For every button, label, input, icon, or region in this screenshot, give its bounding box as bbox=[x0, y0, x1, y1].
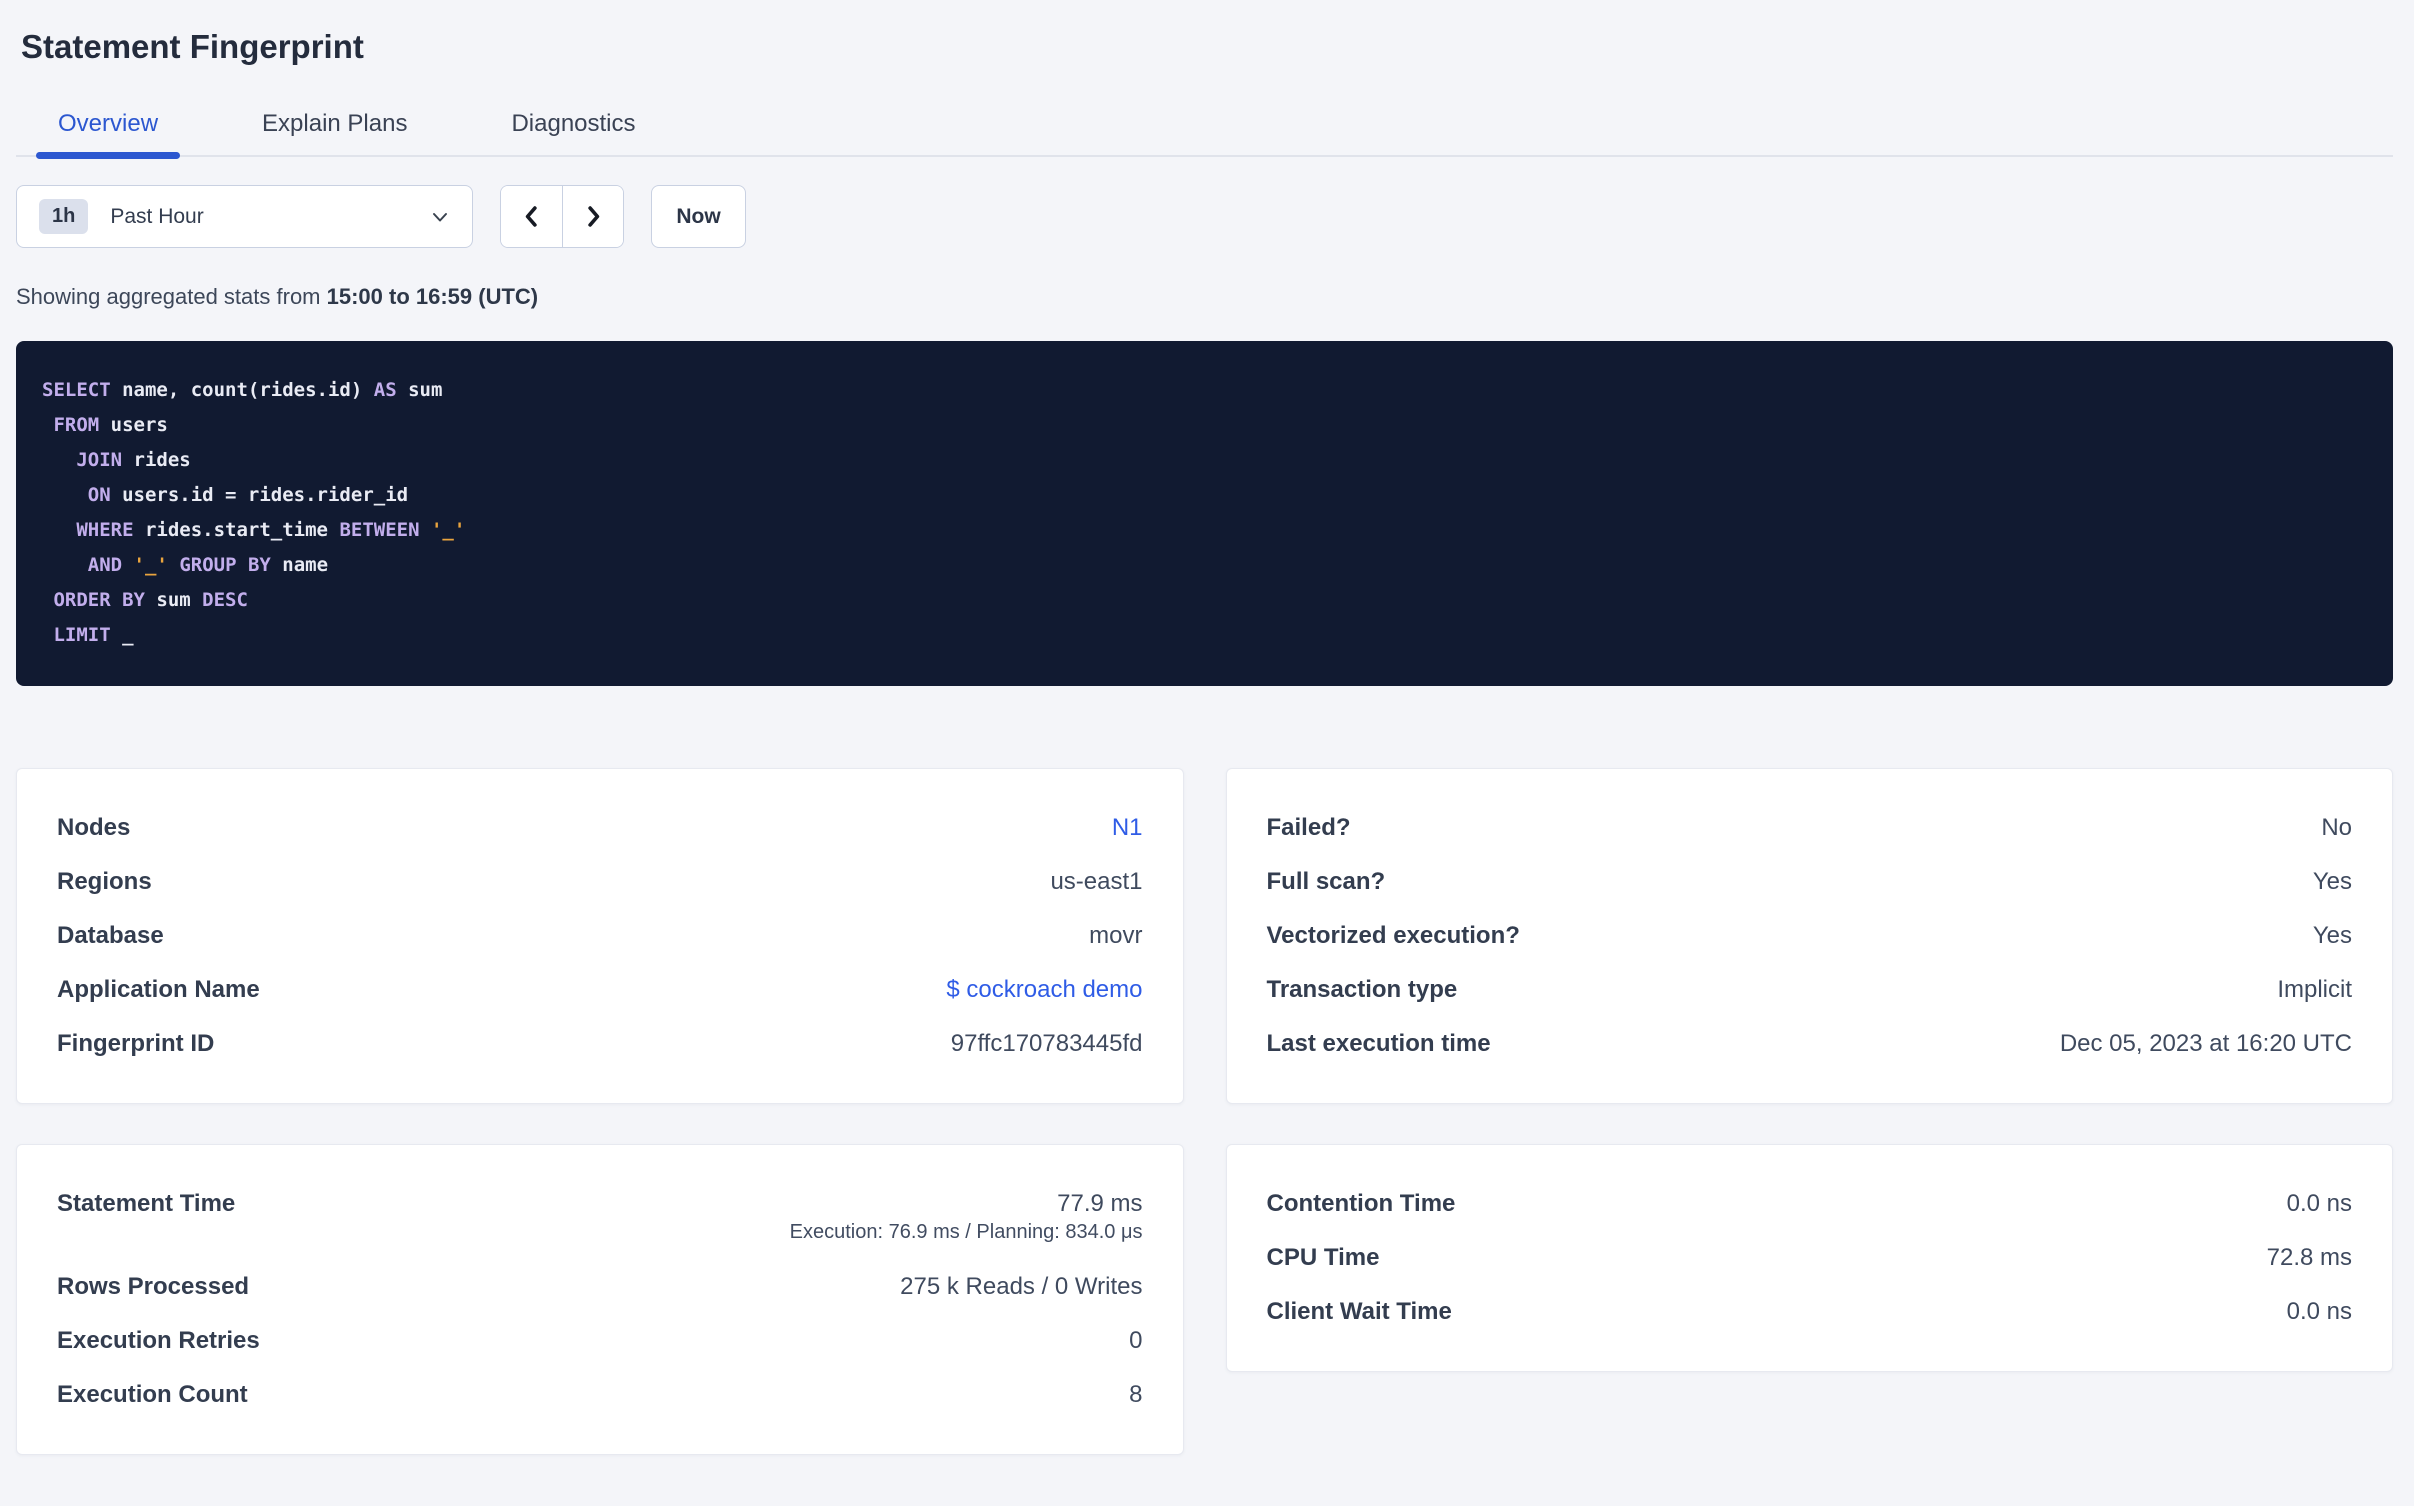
summary-label: Client Wait Time bbox=[1266, 1298, 1452, 1325]
caption-prefix: Showing aggregated stats from bbox=[16, 284, 327, 309]
summary-value: 77.9 ms bbox=[1057, 1190, 1143, 1217]
tab-explain-plans[interactable]: Explain Plans bbox=[240, 110, 429, 155]
summary-label: Vectorized execution? bbox=[1266, 922, 1520, 949]
summary-label: Transaction type bbox=[1266, 976, 1458, 1003]
time-range-label: Past Hour bbox=[110, 204, 204, 228]
summary-value: us-east1 bbox=[1050, 868, 1143, 895]
summary-row: Vectorized execution? Yes bbox=[1267, 909, 2353, 963]
summary-value-wrap: 275 k Reads / 0 Writes bbox=[900, 1273, 1142, 1301]
summary-cards: Nodes N1 Regions us-east1 Database movr Applic… bbox=[16, 768, 2393, 1455]
summary-value: 0.0 ns bbox=[2286, 1190, 2352, 1217]
summary-value: 97ffc170783445fd bbox=[950, 1030, 1143, 1057]
summary-row: Nodes N1 bbox=[57, 801, 1143, 855]
summary-row: Rows Processed 275 k Reads / 0 Writes bbox=[57, 1260, 1143, 1314]
chevron-down-icon bbox=[433, 212, 447, 221]
sql-statement-box: SELECT name, count(rides.id) AS sum FROM… bbox=[16, 341, 2393, 686]
summary-value-wrap: 0.0 ns bbox=[2287, 1298, 2352, 1326]
summary-row: Failed? No bbox=[1267, 801, 2353, 855]
summary-value: 0 bbox=[1129, 1327, 1143, 1354]
summary-row: Client Wait Time 0.0 ns bbox=[1267, 1285, 2353, 1339]
summary-value: 8 bbox=[1129, 1381, 1143, 1408]
summary-value-wrap: 97ffc170783445fd bbox=[951, 1030, 1143, 1058]
summary-value: movr bbox=[1089, 922, 1143, 949]
summary-value-wrap: 72.8 ms bbox=[2267, 1244, 2352, 1272]
time-range-badge: 1h bbox=[39, 199, 89, 234]
summary-label: Full scan? bbox=[1266, 868, 1386, 895]
summary-value: No bbox=[2321, 814, 2352, 841]
summary-value-wrap: Yes bbox=[2313, 868, 2352, 896]
summary-row: Contention Time 0.0 ns bbox=[1267, 1177, 2353, 1231]
sql-statement: SELECT name, count(rides.id) AS sum FROM… bbox=[42, 379, 466, 646]
next-interval-button[interactable] bbox=[562, 186, 623, 247]
time-controls: 1h Past Hour Now bbox=[16, 185, 2393, 248]
summary-value: 0.0 ns bbox=[2286, 1298, 2352, 1325]
summary-value-wrap: Implicit bbox=[2277, 976, 2352, 1004]
summary-row: Execution Count 8 bbox=[57, 1368, 1143, 1422]
chevron-right-icon bbox=[587, 206, 599, 227]
summary-label: Database bbox=[57, 922, 164, 949]
summary-label: Regions bbox=[57, 868, 152, 895]
tab-bar: Overview Explain Plans Diagnostics bbox=[16, 110, 2393, 159]
summary-label: CPU Time bbox=[1266, 1244, 1380, 1271]
summary-subvalue: Execution: 76.9 ms / Planning: 834.0 μs bbox=[789, 1221, 1143, 1243]
time-nav-group bbox=[500, 185, 624, 248]
summary-value-wrap: Yes bbox=[2313, 922, 2352, 950]
summary-row: Transaction type Implicit bbox=[1267, 963, 2353, 1017]
statement-stats-card: Statement Time 77.9 ms Execution: 76.9 ms … bbox=[16, 1144, 1184, 1455]
summary-value: 275 k Reads / 0 Writes bbox=[900, 1273, 1143, 1300]
summary-value-wrap: 0.0 ns bbox=[2287, 1190, 2352, 1218]
summary-row: Fingerprint ID 97ffc170783445fd bbox=[57, 1017, 1143, 1071]
summary-value: Yes bbox=[2312, 922, 2352, 949]
summary-label: Rows Processed bbox=[57, 1273, 250, 1300]
summary-value-wrap: 0 bbox=[1129, 1327, 1142, 1355]
tab-diagnostics[interactable]: Diagnostics bbox=[489, 110, 657, 155]
summary-label: Last execution time bbox=[1266, 1030, 1491, 1057]
summary-label: Execution Retries bbox=[57, 1327, 260, 1354]
prev-interval-button[interactable] bbox=[501, 186, 562, 247]
statement-details-card: Nodes N1 Regions us-east1 Database movr Applic… bbox=[16, 768, 1184, 1104]
summary-value-link[interactable]: N1 bbox=[1112, 814, 1143, 842]
statement-fingerprint-page: Statement Fingerprint Overview Explain P… bbox=[0, 28, 2414, 1455]
caption-range: 15:00 to 16:59 (UTC) bbox=[326, 284, 539, 309]
time-stats-card: Contention Time 0.0 ns CPU Time 72.8 ms Clie… bbox=[1225, 1144, 2393, 1372]
summary-row: Statement Time 77.9 ms Execution: 76.9 ms … bbox=[57, 1177, 1143, 1260]
summary-label: Fingerprint ID bbox=[57, 1030, 215, 1057]
summary-row: Application Name $ cockroach demo bbox=[57, 963, 1143, 1017]
summary-row: CPU Time 72.8 ms bbox=[1267, 1231, 2353, 1285]
summary-value-wrap: N1 bbox=[1112, 814, 1143, 842]
chevron-left-icon bbox=[525, 206, 537, 227]
summary-value-wrap: us-east1 bbox=[1050, 868, 1142, 896]
execution-attributes-card: Failed? No Full scan? Yes Vectorized executi… bbox=[1225, 768, 2393, 1104]
summary-label: Failed? bbox=[1266, 814, 1351, 841]
summary-value-wrap: Dec 05, 2023 at 16:20 UTC bbox=[2060, 1030, 2352, 1058]
summary-row: Regions us-east1 bbox=[57, 855, 1143, 909]
summary-row: Database movr bbox=[57, 909, 1143, 963]
summary-value: Yes bbox=[2312, 868, 2352, 895]
summary-row: Last execution time Dec 05, 2023 at 16:20… bbox=[1267, 1017, 2353, 1071]
tab-overview[interactable]: Overview bbox=[36, 110, 181, 159]
summary-row: Execution Retries 0 bbox=[57, 1314, 1143, 1368]
summary-value: 72.8 ms bbox=[2266, 1244, 2352, 1271]
summary-label: Nodes bbox=[57, 814, 131, 841]
summary-value: Implicit bbox=[2277, 976, 2352, 1003]
summary-value-wrap: $ cockroach demo bbox=[946, 976, 1142, 1004]
summary-value: Dec 05, 2023 at 16:20 UTC bbox=[2059, 1030, 2352, 1057]
page-title: Statement Fingerprint bbox=[21, 28, 364, 65]
aggregation-caption: Showing aggregated stats from 15:00 to 1… bbox=[16, 284, 2393, 310]
summary-row: Full scan? Yes bbox=[1267, 855, 2353, 909]
summary-label: Contention Time bbox=[1266, 1190, 1456, 1217]
summary-value-wrap: 8 bbox=[1129, 1381, 1142, 1409]
time-range-dropdown[interactable]: 1h Past Hour bbox=[16, 185, 473, 248]
summary-value-link[interactable]: $ cockroach demo bbox=[946, 976, 1142, 1004]
summary-label: Statement Time bbox=[57, 1190, 236, 1217]
summary-value-wrap: No bbox=[2321, 814, 2352, 842]
summary-label: Execution Count bbox=[57, 1381, 248, 1408]
summary-label: Application Name bbox=[57, 976, 260, 1003]
summary-value-wrap: movr bbox=[1089, 922, 1142, 950]
now-button[interactable]: Now bbox=[651, 185, 746, 248]
summary-value-wrap: 77.9 ms Execution: 76.9 ms / Planning: 83… bbox=[790, 1190, 1143, 1247]
